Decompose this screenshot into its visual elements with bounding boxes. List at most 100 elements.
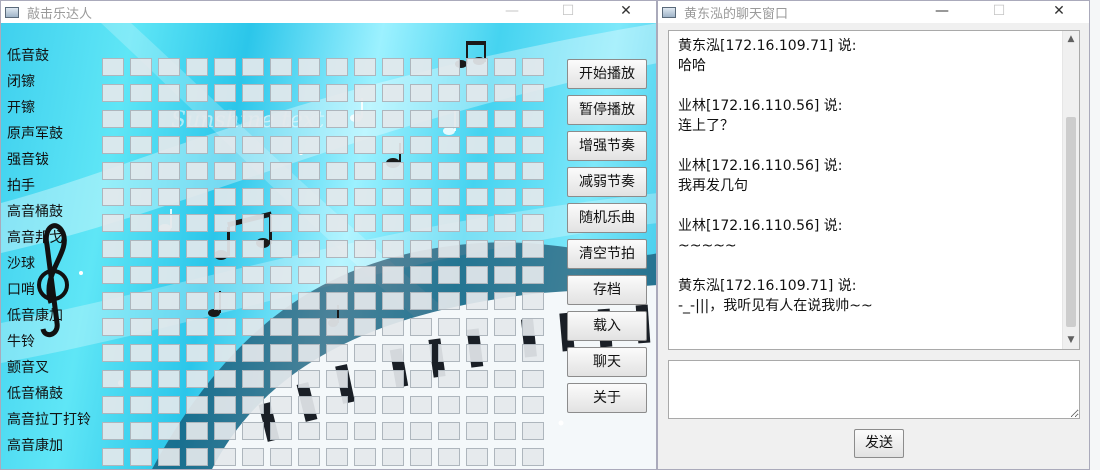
beat-checkbox[interactable] — [270, 370, 292, 388]
beat-checkbox[interactable] — [354, 240, 376, 258]
beat-checkbox[interactable] — [466, 214, 488, 232]
beat-checkbox[interactable] — [186, 136, 208, 154]
beat-checkbox[interactable] — [466, 292, 488, 310]
beat-checkbox[interactable] — [214, 240, 236, 258]
message-input[interactable] — [668, 360, 1080, 419]
beat-checkbox[interactable] — [298, 448, 320, 466]
beat-checkbox[interactable] — [214, 318, 236, 336]
beat-checkbox[interactable] — [214, 370, 236, 388]
beat-checkbox[interactable] — [130, 110, 152, 128]
beat-checkbox[interactable] — [102, 370, 124, 388]
beat-checkbox[interactable] — [102, 266, 124, 284]
beat-checkbox[interactable] — [158, 292, 180, 310]
beat-checkbox[interactable] — [158, 344, 180, 362]
beat-checkbox[interactable] — [130, 214, 152, 232]
beat-checkbox[interactable] — [242, 344, 264, 362]
beat-checkbox[interactable] — [494, 344, 516, 362]
beat-checkbox[interactable] — [242, 188, 264, 206]
beat-checkbox[interactable] — [410, 162, 432, 180]
beat-checkbox[interactable] — [214, 292, 236, 310]
beat-checkbox[interactable] — [130, 84, 152, 102]
beat-checkbox[interactable] — [410, 292, 432, 310]
beat-checkbox[interactable] — [410, 396, 432, 414]
beat-checkbox[interactable] — [298, 266, 320, 284]
beat-checkbox[interactable] — [102, 292, 124, 310]
beat-checkbox[interactable] — [438, 396, 460, 414]
beat-checkbox[interactable] — [466, 448, 488, 466]
beat-checkbox[interactable] — [466, 58, 488, 76]
beat-checkbox[interactable] — [494, 162, 516, 180]
beat-checkbox[interactable] — [186, 84, 208, 102]
beat-checkbox[interactable] — [354, 344, 376, 362]
beat-checkbox[interactable] — [522, 422, 544, 440]
beat-checkbox[interactable] — [382, 188, 404, 206]
beat-checkbox[interactable] — [494, 136, 516, 154]
beat-checkbox[interactable] — [466, 344, 488, 362]
beat-checkbox[interactable] — [326, 214, 348, 232]
beat-checkbox[interactable] — [186, 292, 208, 310]
beat-checkbox[interactable] — [298, 240, 320, 258]
beat-checkbox[interactable] — [438, 448, 460, 466]
beat-checkbox[interactable] — [494, 318, 516, 336]
beat-checkbox[interactable] — [242, 370, 264, 388]
beat-checkbox[interactable] — [522, 266, 544, 284]
beat-checkbox[interactable] — [494, 84, 516, 102]
beat-checkbox[interactable] — [494, 58, 516, 76]
control-button[interactable]: 减弱节奏 — [567, 167, 647, 197]
beat-checkbox[interactable] — [298, 136, 320, 154]
beat-checkbox[interactable] — [494, 110, 516, 128]
beat-checkbox[interactable] — [186, 110, 208, 128]
beat-checkbox[interactable] — [270, 214, 292, 232]
beat-checkbox[interactable] — [522, 136, 544, 154]
beat-checkbox[interactable] — [522, 344, 544, 362]
beat-checkbox[interactable] — [438, 344, 460, 362]
beat-checkbox[interactable] — [130, 344, 152, 362]
control-button[interactable]: 载入 — [567, 311, 647, 341]
beat-checkbox[interactable] — [382, 162, 404, 180]
beat-checkbox[interactable] — [382, 318, 404, 336]
beat-checkbox[interactable] — [410, 58, 432, 76]
beat-checkbox[interactable] — [354, 266, 376, 284]
beat-checkbox[interactable] — [326, 136, 348, 154]
beat-checkbox[interactable] — [186, 448, 208, 466]
beat-checkbox[interactable] — [214, 110, 236, 128]
beat-checkbox[interactable] — [130, 422, 152, 440]
beat-checkbox[interactable] — [270, 188, 292, 206]
beat-checkbox[interactable] — [410, 318, 432, 336]
beat-checkbox[interactable] — [382, 448, 404, 466]
beat-checkbox[interactable] — [298, 58, 320, 76]
beat-checkbox[interactable] — [466, 318, 488, 336]
beat-checkbox[interactable] — [242, 318, 264, 336]
beat-checkbox[interactable] — [438, 422, 460, 440]
beat-checkbox[interactable] — [466, 110, 488, 128]
beat-checkbox[interactable] — [326, 266, 348, 284]
beat-checkbox[interactable] — [410, 214, 432, 232]
beat-checkbox[interactable] — [102, 344, 124, 362]
control-button[interactable]: 暂停播放 — [567, 95, 647, 125]
beat-checkbox[interactable] — [326, 84, 348, 102]
beat-checkbox[interactable] — [382, 110, 404, 128]
beat-checkbox[interactable] — [354, 370, 376, 388]
beat-checkbox[interactable] — [382, 136, 404, 154]
beat-checkbox[interactable] — [410, 344, 432, 362]
beat-checkbox[interactable] — [298, 292, 320, 310]
minimize-icon[interactable]: — — [919, 1, 965, 23]
beat-checkbox[interactable] — [494, 370, 516, 388]
beat-checkbox[interactable] — [438, 110, 460, 128]
beat-checkbox[interactable] — [102, 214, 124, 232]
beat-checkbox[interactable] — [438, 318, 460, 336]
beat-checkbox[interactable] — [354, 136, 376, 154]
beat-checkbox[interactable] — [186, 240, 208, 258]
control-button[interactable]: 聊天 — [567, 347, 647, 377]
beat-checkbox[interactable] — [466, 370, 488, 388]
beat-checkbox[interactable] — [242, 162, 264, 180]
beat-checkbox[interactable] — [382, 58, 404, 76]
beat-checkbox[interactable] — [494, 240, 516, 258]
beat-checkbox[interactable] — [130, 318, 152, 336]
scroll-down-icon[interactable]: ▼ — [1063, 332, 1079, 349]
beat-checkbox[interactable] — [270, 396, 292, 414]
beat-checkbox[interactable] — [102, 188, 124, 206]
beat-checkbox[interactable] — [522, 58, 544, 76]
beat-checkbox[interactable] — [242, 214, 264, 232]
beat-checkbox[interactable] — [522, 370, 544, 388]
